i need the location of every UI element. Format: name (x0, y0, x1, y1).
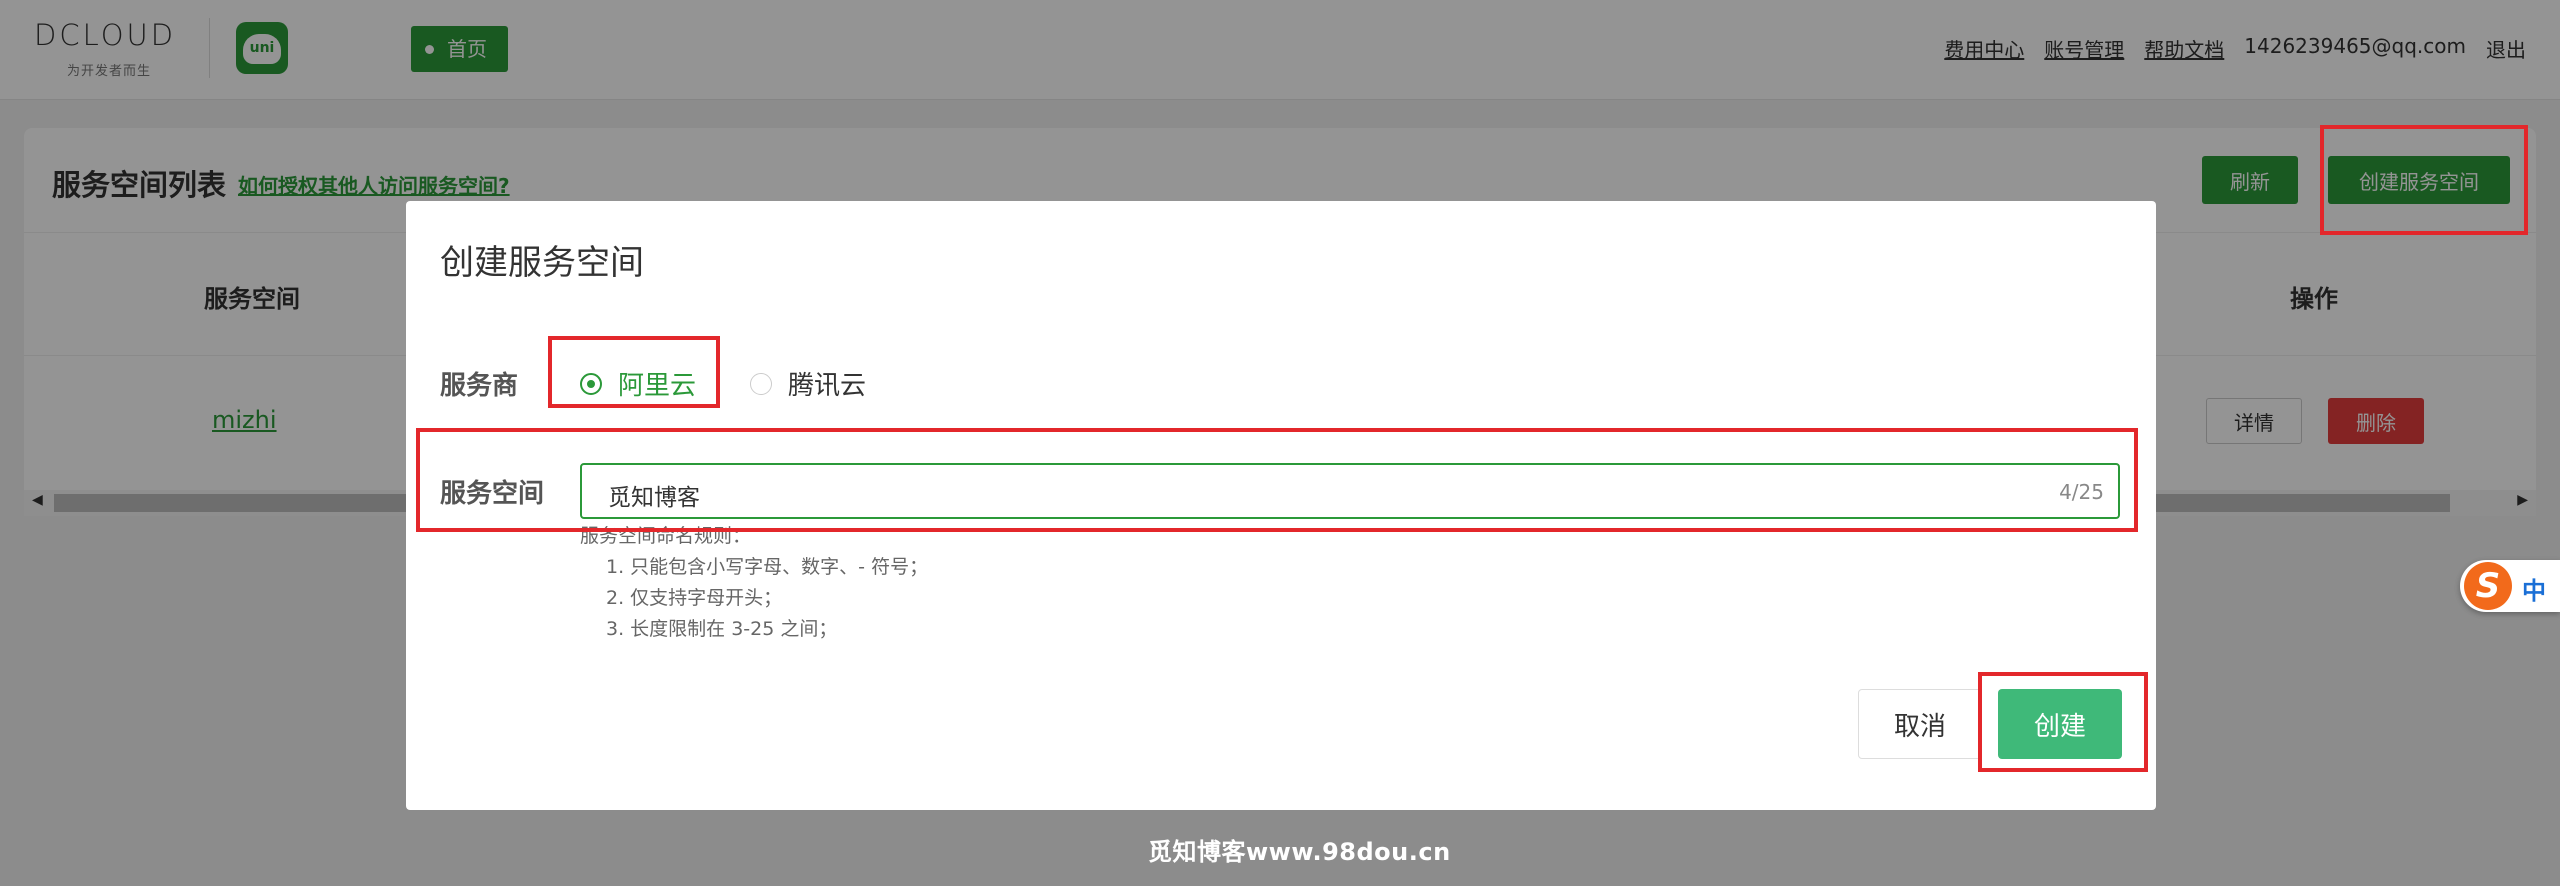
annotation-box-create (1978, 672, 2148, 772)
sogou-s-icon: S (2464, 562, 2512, 610)
cancel-button[interactable]: 取消 (1858, 689, 1982, 759)
ime-status-badge[interactable]: S 中 (2460, 560, 2560, 612)
ime-mode-label: 中 (2522, 577, 2546, 605)
provider-label: 服务商 (440, 371, 519, 401)
watermark-text: 觅知博客www.98dou.cn (1148, 838, 1451, 866)
dialog-title: 创建服务空间 (440, 243, 644, 283)
radio-unchecked-icon (750, 373, 772, 395)
naming-rule-item: 3. 长度限制在 3-25 之间； (606, 618, 838, 640)
naming-rule-item: 2. 仅支持字母开头； (606, 587, 783, 609)
annotation-box-space-name (416, 428, 2138, 532)
annotation-box-provider (548, 336, 720, 408)
radio-tencent-label: 腾讯云 (788, 371, 867, 401)
naming-rule-item: 1. 只能包含小写字母、数字、- 符号； (606, 556, 929, 578)
naming-rules: 服务空间命名规则： 1. 只能包含小写字母、数字、- 符号； 2. 仅支持字母开… (580, 521, 928, 645)
annotation-box-create-button (2320, 125, 2528, 235)
